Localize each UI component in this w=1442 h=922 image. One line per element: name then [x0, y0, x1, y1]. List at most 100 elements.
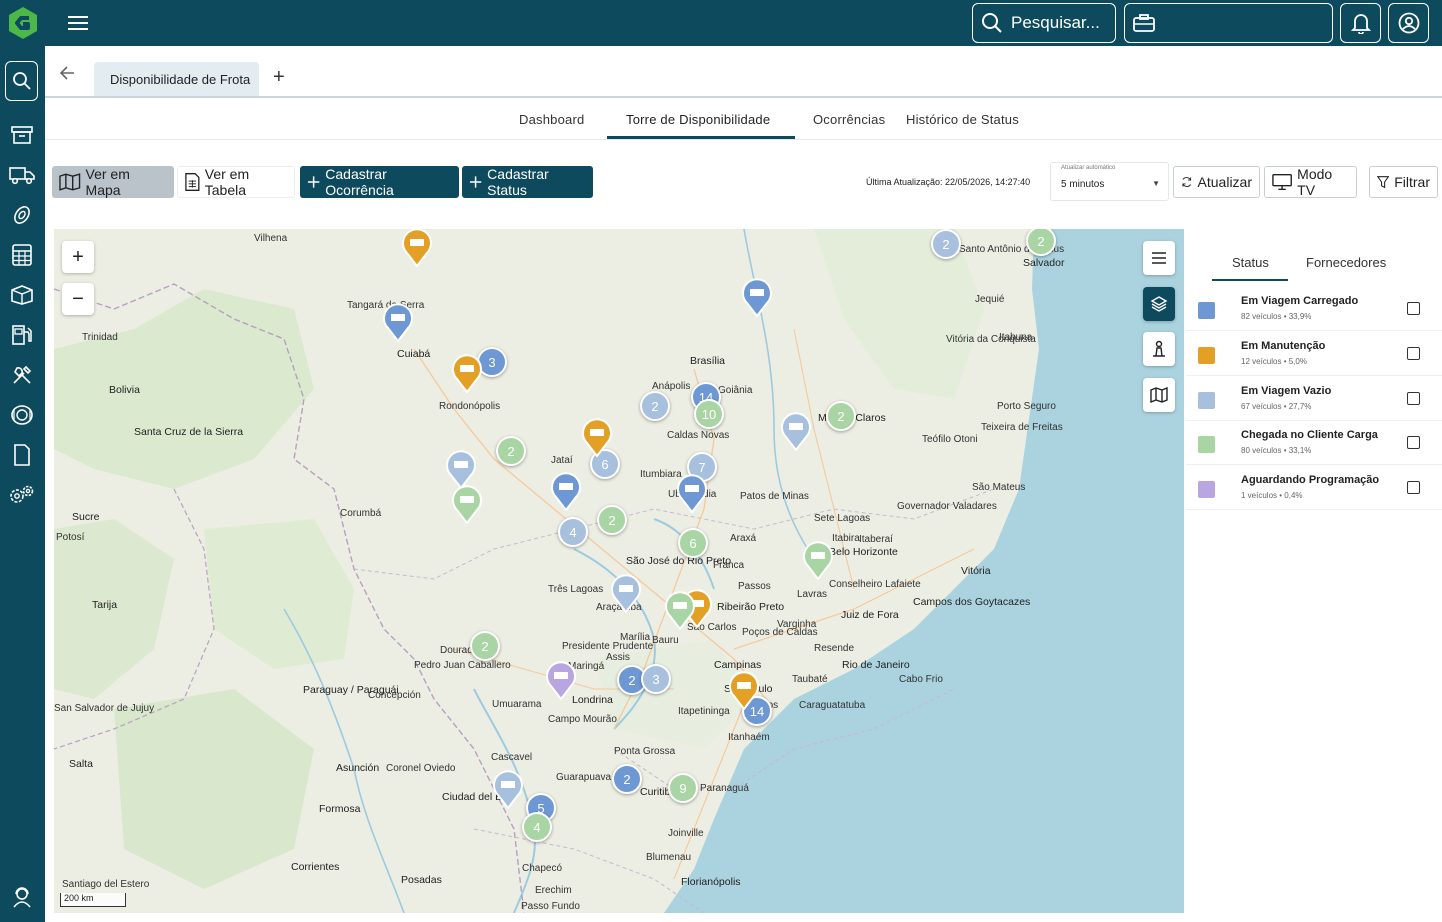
map-cluster[interactable]: 2: [640, 391, 670, 421]
vehicle-pin-arrived[interactable]: [664, 590, 696, 630]
auto-update-select[interactable]: Atualizar automático 5 minutos ▼: [1050, 162, 1169, 201]
tab-label: Disponibilidade de Frota: [110, 71, 251, 87]
sidebar-item-documents[interactable]: [6, 439, 38, 471]
user-profile-button[interactable]: [1388, 3, 1429, 43]
sidebar-item-fleet[interactable]: [6, 159, 38, 191]
ver-em-tabela-label: Ver em Tabela: [204, 166, 250, 198]
tab-torre-de-disponibilidade[interactable]: Torre de Disponibilidade: [626, 112, 770, 127]
map-cluster[interactable]: 2: [470, 631, 500, 661]
sidebar-item-support[interactable]: [6, 881, 38, 913]
tab-historico-de-status[interactable]: Histórico de Status: [906, 112, 1019, 127]
place-label: Posadas: [401, 874, 442, 886]
vehicle-pin-empty[interactable]: [492, 769, 524, 809]
vehicle-pin-maintenance[interactable]: [451, 353, 483, 393]
company-selector[interactable]: [1124, 3, 1333, 43]
map-list-button[interactable]: [1143, 241, 1175, 275]
add-tab-button[interactable]: +: [273, 66, 285, 89]
tab-status[interactable]: Status: [1232, 255, 1269, 270]
legend-checkbox[interactable]: [1407, 392, 1420, 405]
legend-checkbox[interactable]: [1407, 481, 1420, 494]
sidebar-item-archive[interactable]: [6, 119, 38, 151]
app-logo[interactable]: [4, 4, 42, 42]
cluster-count: 9: [679, 780, 687, 796]
map-cluster[interactable]: 4: [558, 517, 588, 547]
vehicle-pin-empty[interactable]: [780, 411, 812, 451]
map-cluster[interactable]: 2: [597, 505, 627, 535]
vehicle-pin-awaiting[interactable]: [545, 660, 577, 700]
vehicle-pin-empty[interactable]: [445, 449, 477, 489]
zoom-out-button[interactable]: −: [62, 283, 94, 315]
vehicle-pin-maintenance[interactable]: [728, 670, 760, 710]
back-arrow-icon[interactable]: [59, 66, 75, 80]
filtrar-button[interactable]: Filtrar: [1369, 166, 1438, 198]
map-cluster[interactable]: 2: [826, 401, 856, 431]
place-label: Blumenau: [646, 852, 692, 863]
atualizar-label: Atualizar: [1197, 174, 1252, 190]
atualizar-button[interactable]: Atualizar: [1173, 166, 1260, 198]
sidebar-item-tires[interactable]: [6, 199, 38, 231]
map-layers-button[interactable]: [1143, 287, 1175, 321]
truck-icon: [9, 167, 35, 185]
place-label: Santa Cruz de la Sierra: [134, 426, 244, 438]
vehicle-pin-loaded[interactable]: [550, 471, 582, 511]
place-label: Cabo Frio: [899, 674, 943, 685]
sidebar-item-wheels[interactable]: [6, 399, 38, 431]
vehicle-pin-arrived[interactable]: [451, 484, 483, 524]
map-scale: 200 km: [60, 893, 126, 907]
map-cluster[interactable]: 2: [931, 229, 961, 259]
tab-disponibilidade-de-frota[interactable]: Disponibilidade de Frota: [94, 62, 259, 96]
legend-checkbox[interactable]: [1407, 302, 1420, 315]
map-cluster[interactable]: 10: [694, 399, 724, 429]
map-cluster[interactable]: 4: [522, 812, 552, 842]
ver-em-mapa-button[interactable]: Ver em Mapa: [52, 166, 174, 198]
cadastrar-status-button[interactable]: Cadastrar Status: [462, 166, 593, 198]
map-cluster[interactable]: 6: [678, 528, 708, 558]
vehicle-pin-empty[interactable]: [610, 573, 642, 613]
place-label: Teixeira de Freitas: [981, 422, 1063, 433]
vehicle-pin-loaded[interactable]: [741, 277, 773, 317]
tire-icon: [14, 206, 30, 224]
vehicle-pin-maintenance[interactable]: [401, 229, 433, 267]
map-cluster[interactable]: 3: [641, 664, 671, 694]
map-style-button[interactable]: [1143, 378, 1175, 412]
cluster-count: 10: [701, 406, 717, 422]
fleet-map[interactable]: Vilhena Cuiabá Tangará da Serra Trinidad…: [54, 229, 1184, 913]
sidebar-search-button[interactable]: [5, 61, 38, 101]
vehicle-pin-loaded[interactable]: [676, 473, 708, 513]
place-label: Ribeirão Preto: [717, 601, 785, 613]
global-search-button[interactable]: Pesquisar...: [972, 3, 1116, 43]
vehicle-pin-loaded[interactable]: [382, 302, 414, 342]
sidebar-item-fuel[interactable]: [6, 319, 38, 351]
zoom-in-button[interactable]: +: [62, 241, 94, 273]
vehicle-pin-arrived[interactable]: [802, 540, 834, 580]
menu-toggle-button[interactable]: [66, 12, 90, 34]
tab-ocorrencias[interactable]: Ocorrências: [813, 112, 885, 127]
cluster-count: 2: [481, 638, 489, 654]
legend-checkbox[interactable]: [1407, 436, 1420, 449]
legend-checkbox[interactable]: [1407, 347, 1420, 360]
vehicle-pin-maintenance[interactable]: [581, 417, 613, 457]
map-cluster[interactable]: 2: [612, 764, 642, 794]
map-cluster[interactable]: 2: [496, 436, 526, 466]
map-street-view-button[interactable]: [1143, 332, 1175, 366]
cadastrar-ocorrencia-button[interactable]: Cadastrar Ocorrência: [300, 166, 459, 198]
sidebar-item-maintenance[interactable]: [6, 359, 38, 391]
notifications-button[interactable]: [1340, 3, 1381, 43]
tab-fornecedores[interactable]: Fornecedores: [1306, 255, 1386, 270]
legend-swatch: [1198, 347, 1215, 364]
place-label: Poços de Caldas: [742, 627, 818, 638]
map-cluster[interactable]: 9: [668, 773, 698, 803]
tab-dashboard[interactable]: Dashboard: [519, 112, 584, 127]
sidebar-item-settings[interactable]: [6, 479, 38, 511]
cluster-count: 2: [623, 771, 631, 787]
modo-tv-button[interactable]: Modo TV: [1264, 166, 1357, 198]
sidebar-item-inventory[interactable]: [6, 279, 38, 311]
last-update-text: Última Atualização: 22/05/2026, 14:27:40: [866, 177, 1031, 187]
place-label: Itapetininga: [678, 706, 730, 717]
place-label: Franca: [713, 560, 745, 571]
menu-icon: [1152, 252, 1166, 264]
sidebar-item-calculator[interactable]: [6, 239, 38, 271]
cadastrar-ocorrencia-label: Cadastrar Ocorrência: [325, 166, 394, 198]
ver-em-tabela-button[interactable]: Ver em Tabela: [177, 166, 295, 198]
legend-name: Em Viagem Carregado: [1241, 295, 1359, 307]
